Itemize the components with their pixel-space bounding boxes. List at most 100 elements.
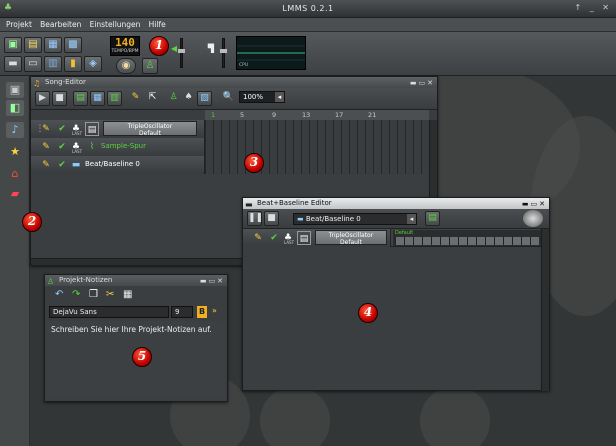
tempo-display[interactable]: 140 TEMPO/BPM bbox=[110, 36, 140, 56]
my-presets-icon[interactable]: ♪ bbox=[6, 122, 24, 138]
save-as-icon[interactable]: ▩ bbox=[64, 37, 82, 53]
activity-label: LAST bbox=[72, 131, 83, 136]
mute-icon[interactable]: ✔ bbox=[55, 140, 69, 154]
side-bar: ▣ ◧ ♪ ★ ⌂ ▰ bbox=[0, 76, 30, 446]
track-ops-icon[interactable]: ✎ bbox=[39, 140, 53, 154]
favorites-icon[interactable]: ★ bbox=[6, 144, 24, 160]
annotation-badge-4: 4 bbox=[358, 303, 378, 323]
play-icon[interactable]: ▶ bbox=[35, 91, 50, 106]
bold-icon[interactable]: B bbox=[197, 306, 207, 318]
track-controls: ✎ ✔ ▬ Beat/Baseline 0 bbox=[31, 156, 205, 174]
track-controls: ⋮ ✎ ✔ ♣ LAST ▤ TripleOscillator Default bbox=[31, 120, 205, 138]
instrument-track-button[interactable]: TripleOscillator Default bbox=[103, 121, 197, 137]
zoom-value: 100% bbox=[243, 93, 264, 101]
activity-label: LAST bbox=[72, 149, 83, 154]
oscilloscope: CPU bbox=[236, 36, 306, 70]
more-options-icon[interactable]: » bbox=[212, 306, 217, 315]
cut-icon[interactable]: ✂ bbox=[106, 289, 114, 300]
annotation-badge-3: 3 bbox=[244, 153, 264, 173]
ruler-mark-1: 1 bbox=[211, 111, 216, 119]
edit-mode-icon[interactable]: ⇱ bbox=[145, 91, 160, 106]
instrument-track-button[interactable]: TripleOscillator Default bbox=[315, 230, 387, 246]
undo-icon[interactable]: ↶ bbox=[55, 289, 63, 300]
beat-selector-dropdown-icon[interactable]: ◂ bbox=[407, 214, 416, 224]
automation-toggle-icon[interactable]: ▮ bbox=[64, 56, 82, 72]
zoom-combo[interactable]: 100% ◂ bbox=[239, 91, 285, 103]
ruler-mark-9: 9 bbox=[272, 111, 277, 119]
copy-icon[interactable]: ❐ bbox=[89, 289, 98, 300]
menu-projekt[interactable]: Projekt bbox=[6, 20, 32, 29]
track-pattern-grid[interactable] bbox=[205, 120, 429, 138]
background-speaker-1 bbox=[260, 386, 330, 446]
beat-editor-window: ▬ Beat+Baseline Editor ▬▭✕ ❚❚ ■ ▬ Beat/B… bbox=[242, 197, 550, 391]
paste-icon[interactable]: ▦ bbox=[123, 289, 132, 300]
root-directory-icon[interactable]: ▰ bbox=[6, 186, 24, 202]
record-accompany-icon[interactable]: ♠ bbox=[181, 91, 196, 106]
track-ops-icon[interactable]: ✎ bbox=[251, 231, 265, 245]
track-ops-icon[interactable]: ✎ bbox=[39, 122, 53, 136]
background-speaker-2 bbox=[420, 386, 490, 446]
redo-icon[interactable]: ↷ bbox=[72, 289, 80, 300]
timeline-bar: 1 5 9 13 17 21 bbox=[31, 110, 437, 120]
open-project-icon[interactable]: ▤ bbox=[24, 37, 42, 53]
song-editor-toggle-icon[interactable]: ▬ bbox=[4, 56, 22, 72]
metronome-icon[interactable]: ◉ bbox=[116, 58, 136, 74]
track-pattern-grid[interactable] bbox=[205, 156, 429, 174]
song-editor-titlebar: ♫ Song-Editor ▬▭✕ bbox=[31, 77, 437, 88]
zoom-icon: 🔍 bbox=[222, 92, 235, 102]
add-beat-track-icon[interactable]: ▦ bbox=[90, 91, 105, 106]
zoom-dropdown-icon[interactable]: ◂ bbox=[275, 92, 284, 102]
mute-icon[interactable]: ✔ bbox=[55, 122, 69, 136]
stop-icon[interactable]: ■ bbox=[52, 91, 67, 106]
font-family-combo[interactable]: DejaVu Sans bbox=[49, 306, 169, 318]
step-buttons[interactable] bbox=[395, 237, 539, 245]
beat-selector-value: Beat/Baseline 0 bbox=[305, 215, 361, 223]
beat-editor-title: Beat+Baseline Editor bbox=[257, 199, 332, 207]
sample-track-icon: ⌇ bbox=[89, 142, 95, 152]
stop-record-icon[interactable]: ▨ bbox=[197, 91, 212, 106]
font-size-combo[interactable]: 9 bbox=[171, 306, 193, 318]
notes-titlebar: ♙ Projekt-Notizen ▬▭✕ bbox=[45, 275, 227, 286]
fx-mixer-toggle-icon[interactable]: ◈ bbox=[84, 56, 102, 72]
draw-mode-icon[interactable]: ✎ bbox=[128, 91, 143, 106]
master-pitch-slider[interactable] bbox=[220, 38, 227, 68]
piano-roll-toggle-icon[interactable]: ▥ bbox=[44, 56, 62, 72]
stop-icon[interactable]: ■ bbox=[264, 211, 279, 226]
track-name[interactable]: Sample-Spur bbox=[101, 142, 146, 150]
track-pattern-grid[interactable] bbox=[205, 138, 429, 156]
add-sample-track-icon[interactable]: ▥ bbox=[107, 91, 122, 106]
beat-selector-combo[interactable]: ▬ Beat/Baseline 0 ◂ bbox=[293, 213, 417, 225]
ruler-mark-13: 13 bbox=[302, 111, 311, 119]
mute-icon[interactable]: ✔ bbox=[55, 158, 69, 172]
track-name[interactable]: Beat/Baseline 0 bbox=[85, 160, 140, 168]
mute-icon[interactable]: ✔ bbox=[267, 231, 281, 245]
beat-editor-vscroll[interactable] bbox=[541, 229, 549, 391]
add-instrument-track-icon[interactable]: ▤ bbox=[73, 91, 88, 106]
save-project-icon[interactable]: ▦ bbox=[44, 37, 62, 53]
volume-icon: ◀ bbox=[170, 44, 178, 53]
beat-editor-toggle-icon[interactable]: ▭ bbox=[24, 56, 42, 72]
beat-track-icon: ▬ bbox=[71, 160, 81, 170]
track-ops-icon[interactable]: ✎ bbox=[39, 158, 53, 172]
step-sequencer[interactable]: Default bbox=[393, 230, 541, 246]
tempo-value: 140 bbox=[115, 36, 135, 49]
record-icon[interactable]: ♙ bbox=[166, 91, 181, 106]
master-volume-slider[interactable] bbox=[178, 38, 185, 68]
my-projects-icon[interactable]: ▣ bbox=[6, 82, 24, 98]
new-project-icon[interactable]: ▣ bbox=[4, 37, 22, 53]
menubar: Projekt Bearbeiten Einstellungen Hilfe bbox=[0, 18, 616, 32]
menu-bearbeiten[interactable]: Bearbeiten bbox=[40, 20, 81, 29]
ruler-mark-17: 17 bbox=[335, 111, 344, 119]
project-notes-toggle-icon[interactable]: ♙ bbox=[142, 58, 158, 74]
play-pause-icon[interactable]: ❚❚ bbox=[247, 211, 263, 226]
menu-einstellungen[interactable]: Einstellungen bbox=[90, 20, 141, 29]
timeline-ruler[interactable]: 1 5 9 13 17 21 bbox=[205, 110, 429, 120]
my-samples-icon[interactable]: ◧ bbox=[6, 100, 24, 116]
notes-text: Schreiben Sie hier Ihre Projekt-Notizen … bbox=[51, 325, 212, 334]
beat-editor-titlebar: ▬ Beat+Baseline Editor ▬▭✕ bbox=[243, 198, 549, 209]
window-controls[interactable]: ↑ _ ✕ bbox=[575, 3, 613, 12]
add-steps-icon[interactable]: ▤ bbox=[425, 211, 440, 226]
song-editor-title: Song-Editor bbox=[45, 78, 86, 86]
home-icon[interactable]: ⌂ bbox=[6, 166, 24, 182]
menu-hilfe[interactable]: Hilfe bbox=[149, 20, 166, 29]
